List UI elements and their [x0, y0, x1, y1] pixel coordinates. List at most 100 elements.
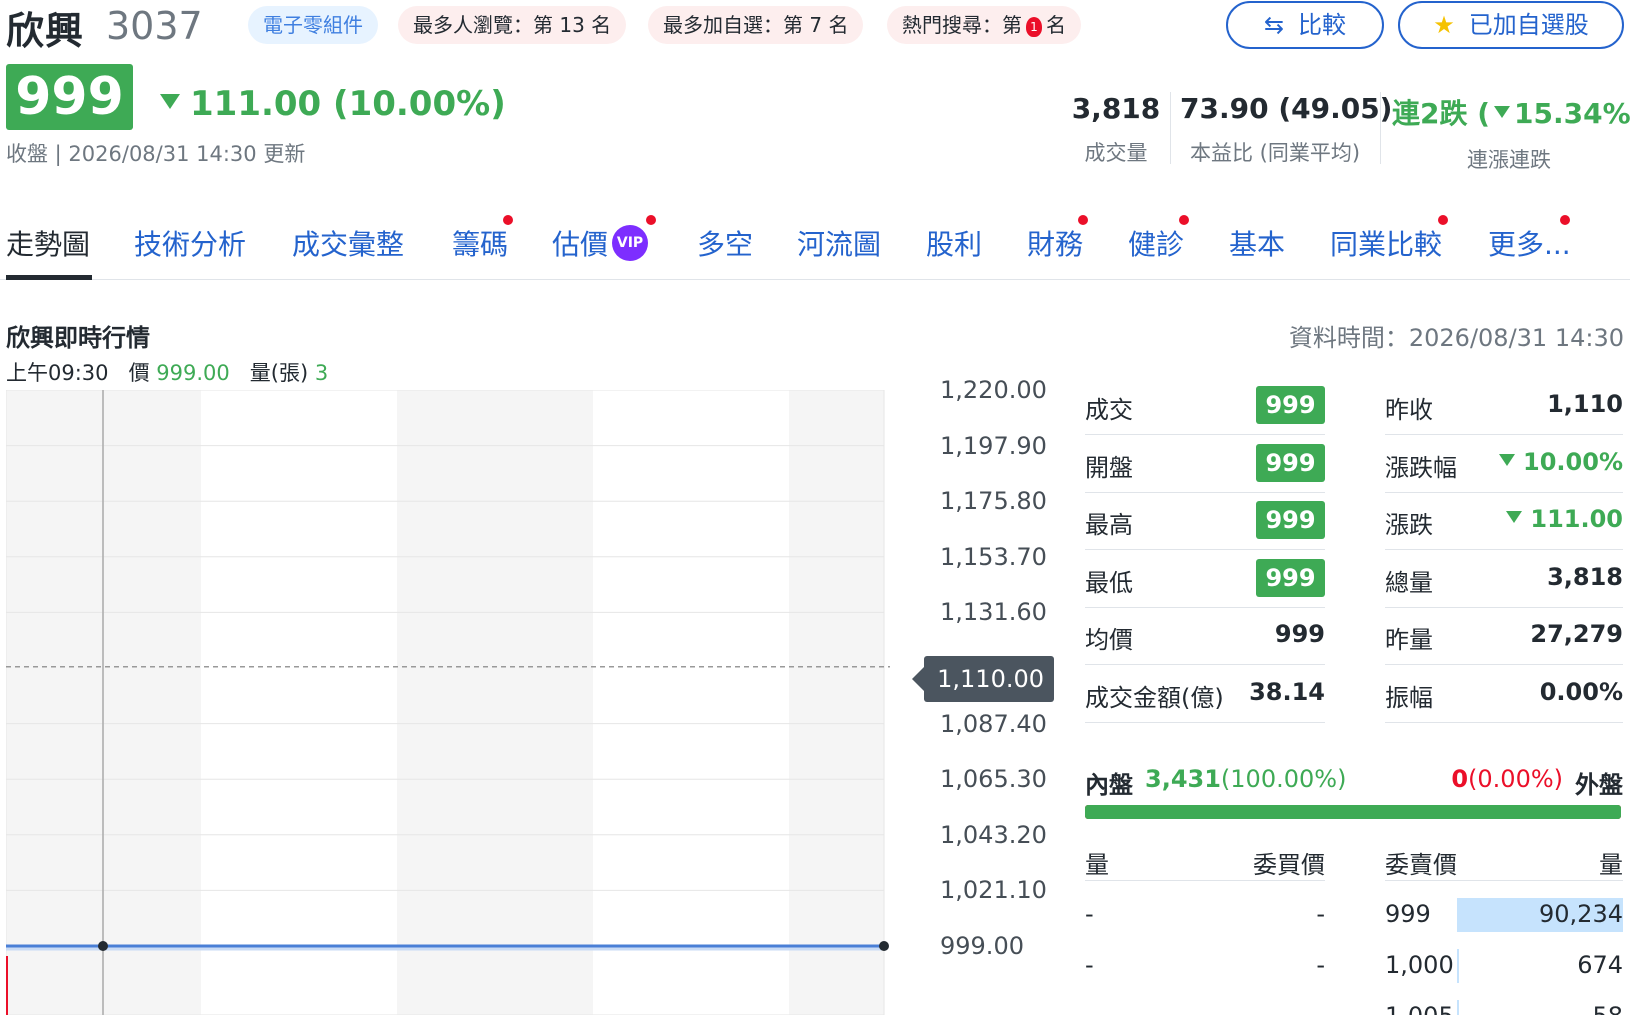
stat-volume: 3,818 成交量 — [1071, 92, 1161, 165]
hover-point — [98, 941, 108, 951]
chart-time-band — [103, 390, 201, 1015]
orderbook-header-bid-vol: 量 — [1085, 851, 1109, 879]
y-tick-label: 1,065.30 — [940, 765, 1047, 794]
orderbook-header-bid: 委買價 — [1253, 851, 1325, 879]
quote-row: 漲跌幅 10.00% — [1385, 436, 1623, 493]
quote-row: 漲跌 111.00 — [1385, 493, 1623, 550]
tab-health[interactable]: 健診 — [1128, 223, 1184, 263]
chart-time-band — [6, 390, 103, 1015]
y-tick-label: 1,153.70 — [940, 542, 1047, 571]
tab-financials[interactable]: 財務 — [1027, 223, 1083, 263]
ask-price[interactable]: 1,000 — [1385, 951, 1454, 979]
tab-volume-summary[interactable]: 成交彙整 — [292, 223, 404, 263]
orderbook-divider — [1085, 880, 1325, 881]
current-price: 999 — [6, 64, 133, 130]
ask-price[interactable]: 1,005 — [1385, 1002, 1454, 1015]
quote-row: 開盤 999 — [1085, 436, 1325, 493]
rank-badge-watchlist: 最多加自選：第 7 名 — [648, 6, 864, 44]
quote-row: 最高 999 — [1085, 493, 1325, 550]
down-triangle-icon — [1506, 511, 1523, 523]
star-icon: ★ — [1433, 11, 1455, 39]
notification-dot — [646, 215, 656, 225]
stock-code: 3037 — [106, 4, 203, 48]
chart-time-band — [789, 390, 884, 1015]
tab-valuation[interactable]: 估價 VIP — [552, 223, 649, 264]
quote-row: 均價 999 — [1085, 608, 1325, 665]
tab-river-chart[interactable]: 河流圖 — [797, 223, 881, 263]
orderbook-divider — [1385, 880, 1623, 881]
y-tick-label: 999.00 — [940, 932, 1024, 960]
quote-row: 最低 999 — [1085, 551, 1325, 608]
ask-volume: 674 — [1577, 951, 1623, 979]
notification-dot — [1179, 215, 1189, 225]
y-tick-label: 1,021.10 — [940, 876, 1047, 905]
y-tick-label: 1,175.80 — [940, 487, 1047, 516]
tab-bar: 走勢圖 技術分析 成交彙整 籌碼 估價 VIP 多空 河流圖 股利 財務 健診 基… — [0, 205, 1630, 280]
notification-dot — [1078, 215, 1088, 225]
y-tick-label: 1,043.20 — [940, 820, 1047, 849]
notification-dot — [1438, 215, 1448, 225]
chart-time-band — [593, 390, 789, 1015]
down-triangle-icon — [1499, 453, 1516, 466]
tab-peer-compare[interactable]: 同業比較 — [1330, 223, 1442, 263]
quote-row: 成交 999 — [1085, 378, 1325, 435]
ask-volume: 90,234 — [1539, 900, 1623, 928]
inner-volume-fill — [1085, 805, 1621, 819]
watchlist-button[interactable]: ★ 已加自選股 — [1398, 1, 1624, 49]
y-tick-label: 1,131.60 — [940, 598, 1047, 627]
section-title: 欣興即時行情 — [6, 324, 150, 352]
tab-chips[interactable]: 籌碼 — [452, 223, 508, 263]
y-tick-label: 1,197.90 — [940, 431, 1047, 460]
down-triangle-icon — [160, 94, 180, 109]
stat-divider — [1170, 92, 1171, 164]
ask-volume-bar — [1457, 1000, 1459, 1015]
y-tick-label: 1,087.40 — [940, 709, 1047, 738]
quote-row: 昨量 27,279 — [1385, 608, 1623, 665]
chart-time-band — [201, 390, 397, 1015]
stat-divider — [1380, 92, 1381, 164]
update-status: 收盤 | 2026/08/31 14:30 更新 — [6, 142, 306, 166]
price-change: 111.00 (10.00%) — [160, 84, 506, 124]
vip-badge: VIP — [612, 225, 649, 261]
y-tick-label: 1,220.00 — [940, 376, 1047, 404]
stat-pe-ratio: 73.90 (49.05) 本益比 (同業平均) — [1180, 92, 1393, 165]
bid-volume: - — [1085, 900, 1094, 928]
compare-arrows-icon: ⇆ — [1263, 11, 1285, 39]
quote-row: 總量 3,818 — [1385, 551, 1623, 608]
bid-price[interactable]: - — [1250, 900, 1325, 928]
category-tag[interactable]: 電子零組件 — [248, 6, 378, 44]
quote-row: 成交金額(億) 38.14 — [1085, 666, 1325, 723]
rank-badge-views: 最多人瀏覽：第 13 名 — [398, 6, 627, 44]
bid-volume: - — [1085, 951, 1094, 979]
tab-technical[interactable]: 技術分析 — [134, 223, 246, 263]
bid-price[interactable]: - — [1250, 951, 1325, 979]
tab-bull-bear[interactable]: 多空 — [697, 223, 753, 263]
tab-trend[interactable]: 走勢圖 — [6, 223, 90, 263]
compare-button[interactable]: ⇆ 比較 — [1226, 1, 1384, 49]
chart-hover-info: 上午09:30 價 999.00 量(張) 3 — [6, 361, 329, 385]
ask-price[interactable]: 999 — [1385, 900, 1431, 928]
quote-row: 昨收 1,110 — [1385, 378, 1623, 435]
tab-basic[interactable]: 基本 — [1229, 223, 1285, 263]
tab-active-indicator — [6, 275, 92, 280]
rank-badge-hot-search: 熱門搜尋：第 1 名 — [887, 6, 1081, 44]
intraday-chart[interactable] — [6, 390, 920, 1015]
notification-dot — [1560, 215, 1570, 225]
inner-outer-bar — [1085, 805, 1621, 819]
ask-volume-bar — [1457, 949, 1459, 983]
stock-name: 欣興 — [6, 9, 85, 53]
fire-icon: 1 — [1026, 16, 1042, 37]
tab-dividend[interactable]: 股利 — [926, 223, 982, 263]
chart-time-band — [397, 390, 593, 1015]
stat-streak: 連2跌 (15.34%) 連漲連跌 — [1392, 97, 1630, 172]
ask-volume: 58 — [1500, 1002, 1623, 1015]
orderbook-header-ask: 委賣價 — [1385, 851, 1457, 879]
notification-dot — [503, 215, 513, 225]
tab-more[interactable]: 更多... — [1488, 223, 1571, 263]
down-triangle-icon — [1494, 106, 1511, 118]
quote-row: 振幅 0.00% — [1385, 666, 1623, 723]
reference-price-label: 1,110.00 — [912, 656, 1054, 702]
last-point — [879, 941, 889, 951]
orderbook-header-ask-vol: 量 — [1599, 851, 1623, 879]
data-timestamp: 資料時間：2026/08/31 14:30 — [1288, 324, 1624, 352]
